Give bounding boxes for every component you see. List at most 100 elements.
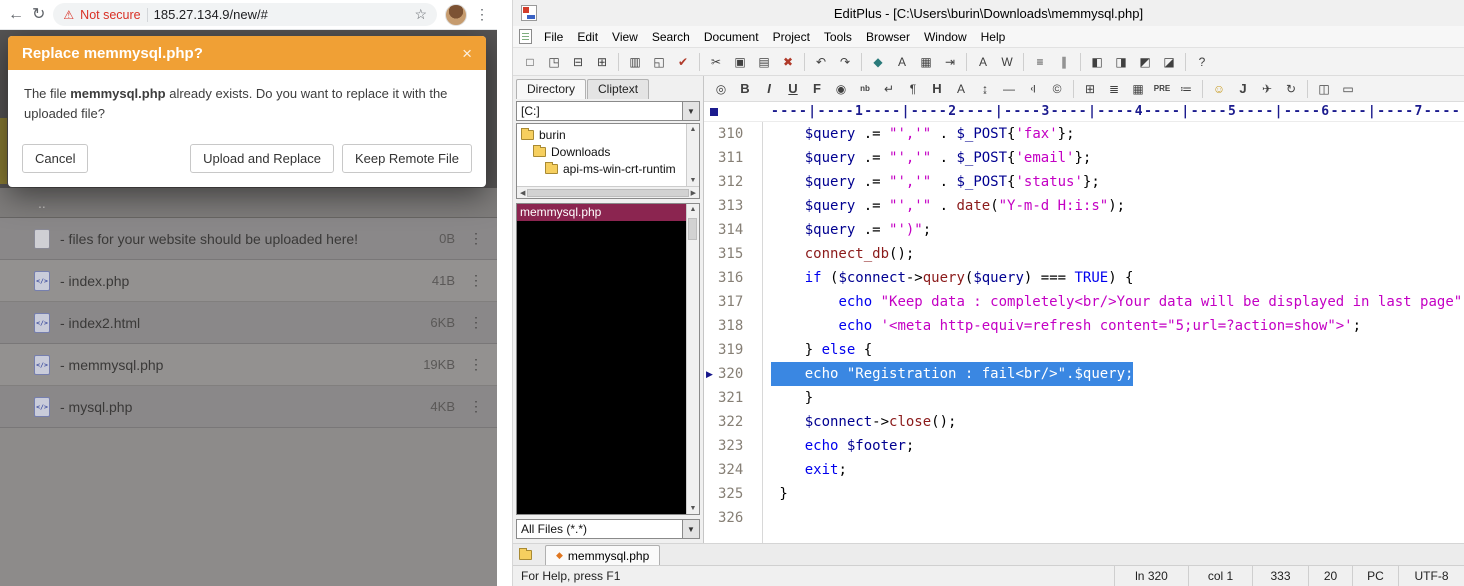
filelist-vertical-scrollbar[interactable]: ▲▼ [686,204,699,514]
scroll-right-icon[interactable]: ▶ [691,189,696,197]
heading-icon[interactable]: H [926,78,948,100]
anchor-text-icon[interactable]: A [950,78,972,100]
parent-directory-row[interactable]: .. [0,188,497,218]
code-line[interactable]: 315 connect_db(); [704,242,1464,266]
code-line[interactable]: 316 if ($connect->query($query) === TRUE… [704,266,1464,290]
file-row[interactable]: </>- index2.html6KB⋮ [0,302,497,344]
row-menu-icon[interactable]: ⋮ [469,314,483,331]
paragraph-icon[interactable]: ¶ [902,78,924,100]
new-document-icon[interactable]: □ [519,51,541,73]
tree-item-downloads[interactable]: Downloads [519,143,686,160]
not-secure-label[interactable]: Not secure [80,8,140,22]
code-line[interactable]: 326 [704,506,1464,530]
row-menu-icon[interactable]: ⋮ [469,272,483,289]
table-cell-icon[interactable]: ▦ [1127,78,1149,100]
nbsp-icon[interactable]: nb [854,78,876,100]
help-icon[interactable]: ? [1191,51,1213,73]
line-break-icon[interactable]: ↵ [878,78,900,100]
print-icon[interactable]: ▥ [624,51,646,73]
close-tag-icon[interactable]: ‹| [1022,78,1044,100]
file-row[interactable]: </>- memmysql.php19KB⋮ [0,344,497,386]
italic-icon[interactable]: I [758,78,780,100]
scroll-thumb[interactable] [527,189,688,197]
delete-icon[interactable]: ✖ [777,51,799,73]
code-line[interactable]: 324 exit; [704,458,1464,482]
menu-file[interactable]: File [537,30,570,44]
code-line[interactable]: 311 $query .= "','" . $_POST{'email'}; [704,146,1464,170]
find-in-files-icon[interactable]: ⇥ [939,51,961,73]
scroll-up-icon[interactable]: ▲ [690,126,697,133]
save-all-icon[interactable]: ⊞ [591,51,613,73]
tree-item-api-ms-win-crt-runtim[interactable]: api-ms-win-crt-runtim [519,160,686,177]
menu-browser[interactable]: Browser [859,30,917,44]
split-window-icon[interactable]: ◫ [1313,78,1335,100]
split-top-icon[interactable]: ◩ [1134,51,1156,73]
anchor-icon[interactable]: ↨ [974,78,996,100]
replace-icon[interactable]: ▦ [915,51,937,73]
menu-help[interactable]: Help [974,30,1013,44]
row-menu-icon[interactable]: ⋮ [469,230,483,247]
filter-dropdown-icon[interactable]: ▼ [682,520,699,538]
cut-icon[interactable]: ✂ [705,51,727,73]
code-line[interactable]: 317 echo "Keep data : completely<br/>You… [704,290,1464,314]
code-line[interactable]: ▶320 echo "Registration : fail<br/>".$qu… [704,362,1464,386]
menu-edit[interactable]: Edit [570,30,605,44]
code-line[interactable]: 323 echo $footer; [704,434,1464,458]
menu-window[interactable]: Window [917,30,974,44]
tree-vertical-scrollbar[interactable]: ▲▼ [686,124,699,186]
address-bar[interactable]: ⚠ Not secure 185.27.134.9/new/# ☆ [53,3,437,26]
underline-icon[interactable]: U [782,78,804,100]
upload-and-replace-button[interactable]: Upload and Replace [190,144,334,173]
code-editor[interactable]: 310 $query .= "','" . $_POST{'fax'};311 … [704,122,1464,543]
tab-directory[interactable]: Directory [516,79,586,99]
undo-icon[interactable]: ↶ [810,51,832,73]
code-line[interactable]: 314 $query .= "')"; [704,218,1464,242]
insert-table-icon[interactable]: ⊞ [1079,78,1101,100]
text-tool-icon[interactable]: A [972,51,994,73]
split-left-icon[interactable]: ◧ [1086,51,1108,73]
back-icon[interactable]: ← [8,7,24,23]
tree-item-burin[interactable]: burin [519,126,686,143]
menu-document[interactable]: Document [697,30,766,44]
split-bottom-icon[interactable]: ◪ [1158,51,1180,73]
bold-icon[interactable]: B [734,78,756,100]
cancel-button[interactable]: Cancel [22,144,88,173]
open-file-icon[interactable]: ◳ [543,51,565,73]
code-line[interactable]: 322 $connect->close(); [704,410,1464,434]
folder-icon[interactable] [519,550,532,560]
redo-icon[interactable]: ↷ [834,51,856,73]
browser-menu-icon[interactable]: ⋮ [475,6,489,23]
dialog-close-icon[interactable]: × [462,45,472,62]
menu-project[interactable]: Project [766,30,817,44]
code-line[interactable]: 321 } [704,386,1464,410]
scroll-down-icon[interactable]: ▼ [690,505,697,512]
code-line[interactable]: 312 $query .= "','" . $_POST{'status'}; [704,170,1464,194]
find-icon[interactable]: A [891,51,913,73]
bookmark-star-icon[interactable]: ☆ [414,6,427,23]
document-icon[interactable] [519,29,532,44]
refresh-icon[interactable]: ↻ [1280,78,1302,100]
file-row[interactable]: </>- mysql.php4KB⋮ [0,386,497,428]
scroll-left-icon[interactable]: ◀ [520,189,525,197]
column-marker-icon[interactable]: ∥ [1053,51,1075,73]
menu-search[interactable]: Search [645,30,697,44]
smiley-icon[interactable]: ☺ [1208,78,1230,100]
font-icon[interactable]: F [806,78,828,100]
url-text[interactable]: 185.27.134.9/new/# [154,7,268,22]
javascript-icon[interactable]: J [1232,78,1254,100]
scroll-thumb[interactable] [688,218,697,240]
preformatted-icon[interactable]: PRE [1151,78,1173,100]
window-layout-icon[interactable]: ▭ [1337,78,1359,100]
drive-select[interactable]: [C:] ▼ [516,101,700,121]
profile-avatar[interactable] [445,4,467,26]
code-line[interactable]: 319 } else { [704,338,1464,362]
code-line[interactable]: 318 echo '<meta http-equiv=refresh conte… [704,314,1464,338]
toggle-marker-icon[interactable]: ◆ [867,51,889,73]
copy-icon[interactable]: ▣ [729,51,751,73]
special-character-icon[interactable]: © [1046,78,1068,100]
line-numbers-icon[interactable]: ≡ [1029,51,1051,73]
save-icon[interactable]: ⊟ [567,51,589,73]
code-line[interactable]: 313 $query .= "','" . date("Y-m-d H:i:s"… [704,194,1464,218]
menu-view[interactable]: View [605,30,645,44]
spell-check-icon[interactable]: ✔ [672,51,694,73]
